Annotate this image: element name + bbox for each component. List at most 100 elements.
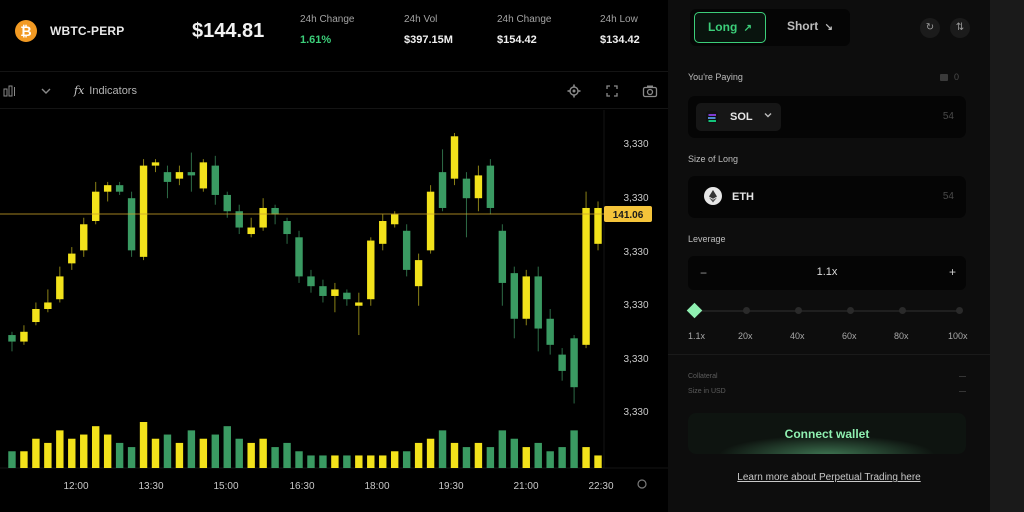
camera-icon[interactable]	[642, 83, 658, 99]
candle-type-icon[interactable]	[2, 83, 18, 99]
x-tick-label: 16:30	[289, 481, 314, 492]
candle-body	[68, 253, 76, 264]
volume-bar	[474, 442, 483, 468]
volume-bar	[223, 426, 231, 468]
candle-body	[103, 185, 112, 192]
volume-bar	[68, 438, 76, 468]
candle-body	[187, 172, 196, 176]
volume-bar	[390, 451, 399, 468]
volume-bar	[247, 442, 255, 468]
stat-24h-low: 24h Low $134.42	[600, 14, 640, 46]
tab-short[interactable]: Short ↘	[774, 12, 846, 43]
leverage-slider[interactable]	[686, 302, 966, 319]
leverage-tick-label: 80x	[894, 331, 909, 341]
candle-body	[247, 227, 255, 235]
size-token-label: ETH	[732, 191, 754, 203]
candle-body	[259, 207, 267, 228]
stat-value: $134.42	[600, 34, 640, 46]
volume-bar	[367, 455, 375, 468]
slider-stop[interactable]	[743, 307, 750, 314]
volume-bar	[115, 442, 124, 468]
volume-bar	[438, 430, 447, 468]
volume-bar	[187, 430, 196, 468]
candle-body	[223, 194, 231, 212]
volume-bar	[175, 442, 184, 468]
paying-field: SOL 54	[688, 96, 966, 138]
leverage-tick-label: 60x	[842, 331, 857, 341]
volume-bar	[594, 455, 602, 468]
volume-bar	[20, 451, 28, 468]
indicators-label: Indicators	[89, 85, 137, 97]
chart-settings-icon	[637, 479, 647, 489]
volume-bar	[271, 447, 279, 468]
current-price-label: 141.06	[613, 210, 644, 221]
market-selector[interactable]: WBTC-PERP	[50, 24, 124, 38]
refresh-icon[interactable]: ↻	[920, 18, 940, 38]
volume-bar	[426, 438, 435, 468]
candle-body	[426, 191, 435, 251]
volume-bar	[103, 434, 112, 468]
chevron-down-icon[interactable]	[38, 83, 54, 99]
order-panel: Long ↗ Short ↘ ↻ ⇅ You're Paying 0 SOL 5…	[668, 0, 990, 512]
y-tick-label: 3,330	[623, 193, 648, 204]
paying-token-select[interactable]: SOL	[696, 103, 781, 131]
candle-body	[343, 292, 351, 300]
trading-area: ₿ WBTC-PERP $144.81 24h Change 1.61% 24h…	[0, 0, 668, 512]
candle-body	[594, 207, 602, 244]
size-label: Size of Long	[688, 154, 739, 164]
candle-body	[331, 289, 339, 296]
candle-body	[486, 165, 495, 208]
volume-bar	[139, 422, 148, 468]
wallet-balance: 0	[940, 72, 959, 82]
candle-body	[163, 172, 172, 182]
tab-long-label: Long	[707, 20, 738, 34]
candle-body	[355, 302, 363, 306]
tab-long[interactable]: Long ↗	[694, 12, 766, 43]
candlestick-chart[interactable]: 3,330 3,330 3,330 3,330 3,330 3,330 12:00 13:30…	[0, 110, 668, 512]
candle-body	[127, 198, 136, 251]
leverage-value[interactable]: 1.1x	[688, 266, 966, 278]
paying-amount-input[interactable]: 54	[943, 111, 954, 122]
volume-bar	[498, 430, 507, 468]
stat-value: $154.42	[497, 34, 537, 46]
collateral-label: Collateral	[688, 373, 718, 380]
fullscreen-icon[interactable]	[604, 83, 620, 99]
slider-thumb[interactable]	[686, 302, 703, 319]
y-tick-label: 3,330	[623, 139, 648, 150]
volume-bar	[331, 455, 339, 468]
candle-body	[367, 240, 375, 300]
fx-icon: fx	[74, 84, 85, 97]
slider-stop[interactable]	[795, 307, 802, 314]
stat-24h-vol: 24h Vol $397.15M	[404, 14, 453, 46]
x-tick-label: 12:00	[63, 481, 88, 492]
y-tick-label: 3,330	[623, 300, 648, 311]
y-tick-label: 3,330	[623, 247, 648, 258]
slider-stop[interactable]	[956, 307, 963, 314]
connect-wallet-button[interactable]: Connect wallet	[688, 413, 966, 454]
price-chart[interactable]: 3,330 3,330 3,330 3,330 3,330 3,330 12:00 13:30…	[0, 110, 668, 512]
volume-bar	[379, 455, 387, 468]
learn-more-link[interactable]: Learn more about Perpetual Trading here	[668, 472, 990, 483]
volume-bar	[32, 438, 40, 468]
swap-settings-icon[interactable]: ⇅	[950, 18, 970, 38]
btc-coin-icon: ₿	[15, 20, 37, 42]
volume-bar	[235, 438, 243, 468]
candle-body	[450, 136, 459, 179]
slider-track	[694, 310, 961, 312]
indicators-button[interactable]: fx Indicators	[74, 84, 137, 97]
leverage-increase-button[interactable]: +	[949, 265, 956, 279]
size-amount-input[interactable]: 54	[943, 191, 954, 202]
stat-label: 24h Change	[497, 14, 552, 25]
gear-icon[interactable]	[566, 83, 582, 99]
candle-body	[414, 260, 423, 287]
slider-stop[interactable]	[899, 307, 906, 314]
x-tick-label: 19:30	[438, 481, 463, 492]
side-tabs: Long ↗ Short ↘	[690, 9, 850, 46]
paying-token-label: SOL	[730, 111, 753, 123]
candle-body	[44, 302, 52, 309]
slider-stop[interactable]	[847, 307, 854, 314]
volume-bar	[295, 451, 303, 468]
volume-bar	[211, 434, 220, 468]
candle-body	[582, 207, 590, 345]
wallet-balance-value: 0	[954, 72, 960, 82]
